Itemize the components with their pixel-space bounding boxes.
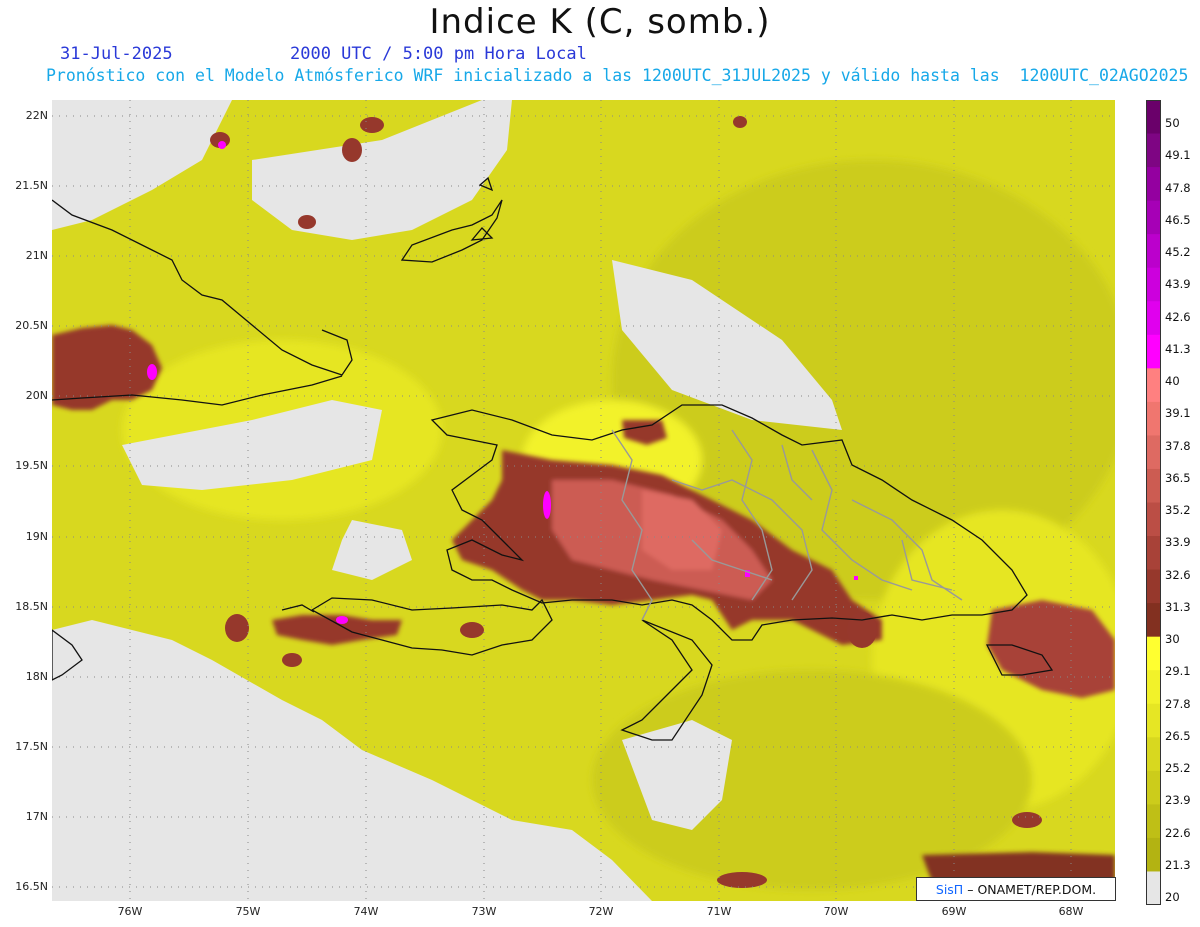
lat-label: 19N [25, 530, 48, 543]
colorbar-swatch [1146, 401, 1161, 436]
colorbar-swatch [1146, 837, 1161, 872]
colorbar-label: 23.9 [1165, 793, 1191, 808]
forecast-description: Pronóstico con el Modelo Atmósferico WRF… [46, 66, 1189, 85]
lon-label: 75W [235, 905, 261, 918]
colorbar-label: 27.8 [1165, 696, 1191, 711]
colorbar-swatch [1146, 100, 1161, 135]
credit-brand: SisΠ [935, 881, 964, 897]
colorbar-label: 26.5 [1165, 728, 1191, 743]
lon-label: 69W [941, 905, 967, 918]
credit-text: – ONAMET/REP.DOM. [967, 881, 1097, 897]
lat-label: 18.5N [15, 600, 48, 613]
colorbar-label: 20 [1165, 890, 1180, 904]
colorbar-swatch [1146, 636, 1161, 671]
lat-label: 20N [25, 389, 48, 402]
colorbar-swatch [1146, 871, 1161, 905]
colorbar-swatch [1146, 737, 1161, 772]
lon-label: 71W [706, 905, 732, 918]
colorbar-swatch [1146, 234, 1161, 269]
colorbar-label: 43.9 [1165, 277, 1191, 292]
colorbar-swatch [1146, 569, 1161, 604]
lat-label: 17.5N [15, 740, 48, 753]
colorbar-swatch [1146, 267, 1161, 302]
lat-label: 19.5N [15, 459, 48, 472]
lat-label: 20.5N [15, 319, 48, 332]
map-panel [52, 100, 1115, 901]
forecast-date: 31-Jul-2025 [60, 44, 173, 64]
colorbar-label: 21.3 [1165, 857, 1191, 872]
colorbar-label: 32.6 [1165, 567, 1191, 582]
lon-label: 74W [353, 905, 379, 918]
credit-box: SisΠ – ONAMET/REP.DOM. [916, 877, 1116, 901]
colorbar-label: 47.8 [1165, 180, 1191, 195]
lat-label: 18N [25, 670, 48, 683]
colorbar-label: 46.5 [1165, 212, 1191, 227]
colorbar [1146, 100, 1161, 905]
lat-label: 17N [25, 810, 48, 823]
colorbar-swatch [1146, 334, 1161, 369]
lon-label: 70W [823, 905, 849, 918]
chart-title: Indice K (C, somb.) [429, 2, 771, 42]
colorbar-label: 45.2 [1165, 245, 1191, 259]
colorbar-label: 36.5 [1165, 470, 1191, 485]
lat-label: 21.5N [15, 179, 48, 192]
colorbar-label: 29.1 [1165, 664, 1191, 679]
colorbar-swatch [1146, 301, 1161, 336]
colorbar-label: 41.3 [1165, 341, 1191, 356]
lon-label: 68W [1058, 905, 1084, 918]
colorbar-swatch [1146, 603, 1161, 638]
colorbar-swatch [1146, 703, 1161, 738]
forecast-time: 2000 UTC / 5:00 pm Hora Local [290, 44, 587, 64]
colorbar-swatch [1146, 502, 1161, 537]
colorbar-swatch [1146, 468, 1161, 503]
colorbar-label: 50 [1165, 116, 1180, 130]
colorbar-swatch [1146, 435, 1161, 470]
colorbar-label: 37.8 [1165, 438, 1191, 453]
colorbar-label: 22.6 [1165, 825, 1191, 840]
colorbar-label: 30 [1165, 632, 1180, 646]
lon-label: 72W [588, 905, 614, 918]
lon-label: 73W [471, 905, 497, 918]
colorbar-swatch [1146, 670, 1161, 705]
lat-label: 16.5N [15, 880, 48, 893]
colorbar-label: 25.2 [1165, 761, 1191, 775]
colorbar-label: 40 [1165, 374, 1180, 388]
colorbar-label: 42.6 [1165, 309, 1191, 324]
colorbar-label: 31.3 [1165, 599, 1191, 614]
colorbar-label: 35.2 [1165, 503, 1191, 517]
colorbar-swatch [1146, 133, 1161, 168]
lat-label: 21N [25, 249, 48, 262]
colorbar-swatch [1146, 167, 1161, 202]
colorbar-swatch [1146, 804, 1161, 839]
colorbar-swatch [1146, 368, 1161, 403]
colorbar-swatch [1146, 770, 1161, 805]
colorbar-label: 49.1 [1165, 148, 1191, 163]
colorbar-label: 33.9 [1165, 535, 1191, 550]
colorbar-swatch [1146, 536, 1161, 571]
lat-label: 22N [25, 109, 48, 122]
colorbar-label: 39.1 [1165, 406, 1191, 421]
colorbar-swatch [1146, 200, 1161, 235]
lon-label: 76W [117, 905, 143, 918]
